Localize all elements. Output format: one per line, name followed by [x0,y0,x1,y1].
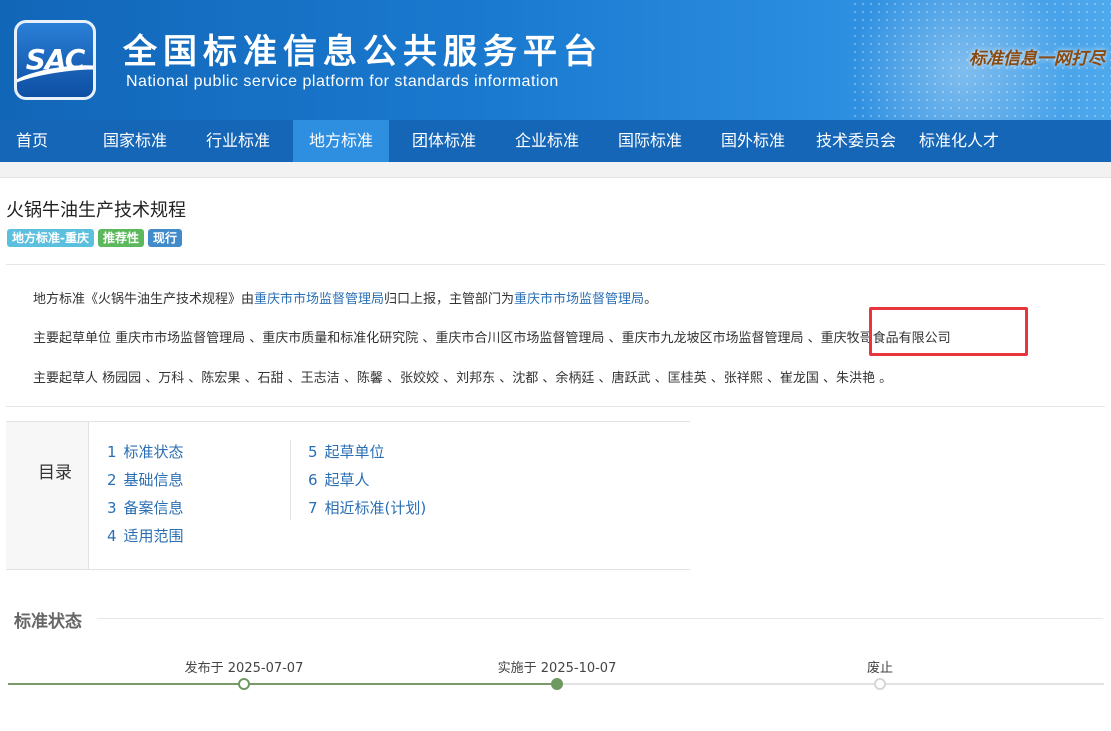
timeline-dot-published [238,678,250,690]
highlight-annotation-box [869,307,1028,356]
toc-text: 备案信息 [123,499,184,517]
timeline-dot-implemented [551,678,563,690]
site-header: SAC 全国标准信息公共服务平台 National public service… [0,0,1111,120]
toc-num: 6 [308,471,318,489]
toc-item-status[interactable]: 1 标准状态 [107,441,184,462]
nav-item-international[interactable]: 国际标准 [602,120,698,162]
toc-text: 适用范围 [123,527,184,545]
nav-item-home[interactable]: 首页 [0,120,64,162]
nav-item-committee[interactable]: 技术委员会 [808,120,904,162]
timeline-label-abolished: 废止 [866,661,894,676]
drafting-units-label: 主要起草单位 [33,331,112,346]
site-title: 全国标准信息公共服务平台 [123,32,603,72]
site-subtitle: National public service platform for sta… [126,73,559,90]
toc-text: 起草单位 [324,443,385,461]
toc-label-cell: 目录 [6,422,89,569]
badge-standard-nature: 推荐性 [97,229,144,247]
nav-subbar [0,162,1111,178]
nav-item-enterprise[interactable]: 企业标准 [499,120,595,162]
table-of-contents: 目录 1 标准状态 2 基础信息 3 备案信息 4 适用范围 5 起草单位 6 起草人 7相… [6,421,690,570]
standard-badges: 地方标准-重庆 推荐性 现行 [7,229,183,247]
logo-text: SAC [25,43,86,76]
info-middle: 归口上报，主管部门为 [384,292,515,307]
nav-item-national[interactable]: 国家标准 [87,120,183,162]
org-link-centralized[interactable]: 重庆市市场监督管理局 [254,292,384,307]
badge-standard-status: 现行 [148,229,183,247]
nav-item-local[interactable]: 地方标准 [293,120,389,162]
toc-num: 7 [308,499,318,517]
section-title-line [97,618,1103,619]
toc-label: 目录 [38,463,72,483]
info-prefix: 地方标准《火锅牛油生产技术规程》由 [33,292,255,307]
toc-item-drafting-units[interactable]: 5 起草单位 [308,441,385,462]
timeline-progress [8,683,557,685]
info-divider [6,406,1105,407]
timeline-dot-abolished [874,678,886,690]
toc-num: 4 [107,527,117,545]
drafting-units-value: 重庆市市场监督管理局 、重庆市质量和标准化研究院 、重庆市合川区市场监督管理局 … [115,331,951,346]
toc-text: 标准状态 [123,443,184,461]
toc-num: 2 [107,471,117,489]
info-line-drafting-units: 主要起草单位 重庆市市场监督管理局 、重庆市质量和标准化研究院 、重庆市合川区市… [33,327,951,346]
timeline-label-implemented: 实施于 2025-10-07 [497,661,617,676]
toc-item-similar-standards[interactable]: 7 相近标准(计划) [308,497,426,518]
info-line-drafters: 主要起草人 杨园园 、万科 、陈宏果 、石甜 、王志洁 、陈馨 、张姣姣 、刘邦… [33,367,892,386]
toc-item-drafters[interactable]: 6 起草人 [308,469,370,490]
toc-separator [290,440,291,520]
toc-num: 3 [107,499,117,517]
toc-item-scope[interactable]: 4 适用范围 [107,525,184,546]
nav-item-foreign[interactable]: 国外标准 [705,120,801,162]
info-line-authority: 地方标准《火锅牛油生产技术规程》由重庆市市场监督管理局归口上报，主管部门为重庆市… [33,288,657,307]
nav-item-talent[interactable]: 标准化人才 [911,120,1007,162]
standard-title: 火锅牛油生产技术规程 [6,200,186,221]
nav-item-industry[interactable]: 行业标准 [190,120,286,162]
toc-text: 起草人 [324,471,370,489]
drafters-label: 主要起草人 [33,371,99,386]
sac-logo[interactable]: SAC [14,20,96,100]
section-title-status: 标准状态 [14,612,82,632]
site-slogan: 标准信息一网打尽 [969,49,1105,69]
toc-num: 1 [107,443,117,461]
main-nav: 首页 国家标准 行业标准 地方标准 团体标准 企业标准 国际标准 国外标准 技术… [0,120,1111,162]
title-divider [6,264,1105,265]
badge-standard-type: 地方标准-重庆 [7,229,94,247]
info-suffix: 。 [644,292,658,307]
nav-item-group[interactable]: 团体标准 [396,120,492,162]
toc-text: 基础信息 [123,471,184,489]
toc-text: 相近标准(计划) [324,499,427,517]
org-link-competent[interactable]: 重庆市市场监督管理局 [514,292,644,307]
timeline-label-published: 发布于 2025-07-07 [184,661,304,676]
toc-item-filing-info[interactable]: 3 备案信息 [107,497,184,518]
toc-item-basic-info[interactable]: 2 基础信息 [107,469,184,490]
toc-num: 5 [308,443,318,461]
drafters-value: 杨园园 、万科 、陈宏果 、石甜 、王志洁 、陈馨 、张姣姣 、刘邦东 、沈都 … [102,371,893,386]
